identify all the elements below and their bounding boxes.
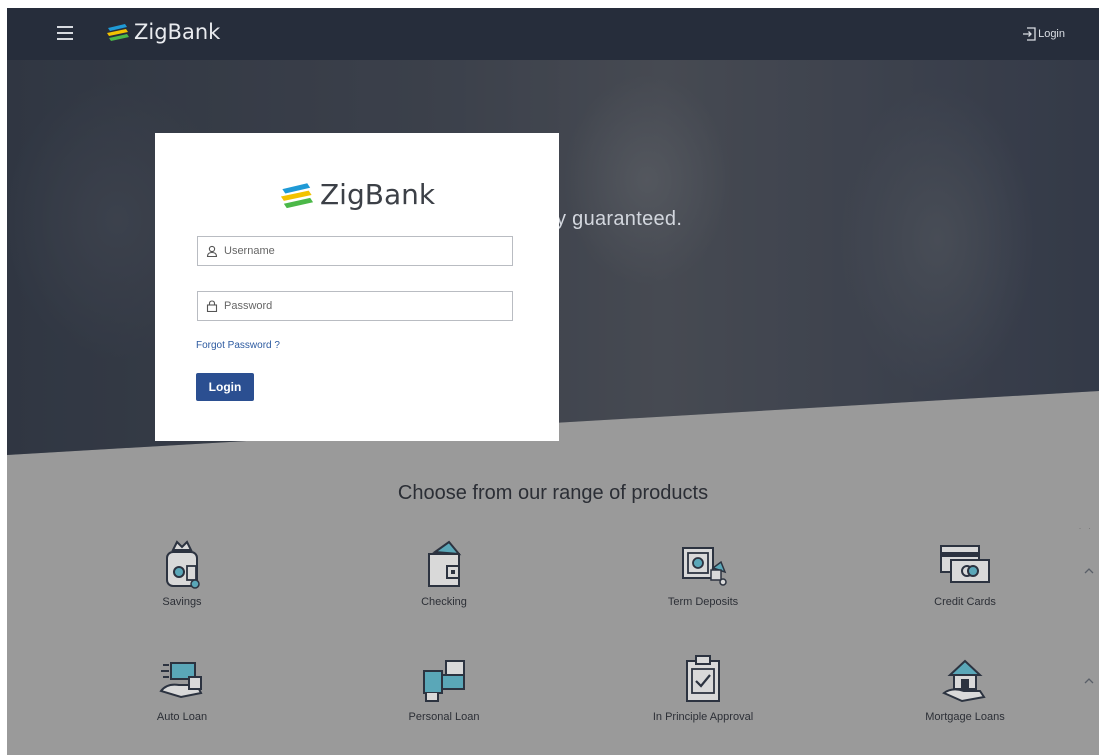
savings-icon: [166, 540, 200, 589]
in-principle-approval-icon: [686, 655, 720, 702]
product-label: Credit Cards: [934, 596, 996, 608]
forgot-password-link[interactable]: Forgot Password ?: [196, 340, 280, 351]
password-input[interactable]: [224, 300, 484, 312]
login-card-brand: ZigBank: [320, 178, 436, 211]
brand-logo[interactable]: ZigBank: [105, 20, 220, 44]
product-personal-loan[interactable]: Personal Loan: [369, 653, 519, 723]
lock-icon: [206, 300, 218, 312]
product-savings[interactable]: Savings: [107, 538, 257, 608]
products-heading: Choose from our range of products: [397, 482, 709, 504]
login-icon: [1023, 27, 1036, 41]
login-button[interactable]: Login: [196, 373, 254, 401]
product-label: Checking: [421, 596, 467, 608]
scroll-dots: · ·: [1078, 523, 1093, 533]
header-login-label: Login: [1038, 28, 1065, 40]
app-frame: ZigBank Login urity guaranteed. ZigBank: [7, 8, 1099, 755]
user-icon: [206, 245, 218, 257]
product-in-principle-approval[interactable]: In Principle Approval: [628, 653, 778, 723]
login-card: ZigBank Forgot Password ? Login: [155, 133, 559, 441]
term-deposits-icon: [682, 547, 727, 586]
credit-cards-icon: [940, 545, 990, 583]
menu-icon[interactable]: [57, 26, 73, 40]
auto-loan-icon: [159, 662, 203, 699]
product-label: Term Deposits: [667, 596, 739, 608]
product-term-deposits[interactable]: Term Deposits: [628, 538, 778, 608]
product-auto-loan[interactable]: Auto Loan: [107, 653, 257, 723]
username-field[interactable]: [197, 236, 513, 266]
brand-name: ZigBank: [134, 20, 221, 44]
personal-loan-icon: [423, 660, 465, 702]
product-credit-cards[interactable]: Credit Cards: [890, 538, 1040, 608]
username-input[interactable]: [224, 245, 484, 257]
top-navbar: ZigBank Login: [7, 8, 1099, 60]
zigbank-logo-icon: [280, 182, 314, 208]
chevron-up-icon[interactable]: [1083, 565, 1095, 577]
product-label: Personal Loan: [408, 711, 480, 723]
login-card-logo: ZigBank: [278, 178, 435, 211]
header-login-link[interactable]: Login: [1022, 27, 1065, 41]
mortgage-loans-icon: [942, 659, 986, 703]
password-field[interactable]: [197, 291, 513, 321]
product-label: Savings: [162, 596, 202, 608]
product-mortgage-loans[interactable]: Mortgage Loans: [890, 653, 1040, 723]
product-label: Auto Loan: [156, 711, 208, 723]
checking-icon: [428, 540, 462, 587]
chevron-up-icon[interactable]: [1083, 675, 1095, 687]
product-label: In Principle Approval: [652, 711, 754, 723]
product-label: Mortgage Loans: [925, 711, 1005, 723]
product-checking[interactable]: Checking: [369, 538, 519, 608]
zigbank-logo-icon: [107, 24, 129, 41]
